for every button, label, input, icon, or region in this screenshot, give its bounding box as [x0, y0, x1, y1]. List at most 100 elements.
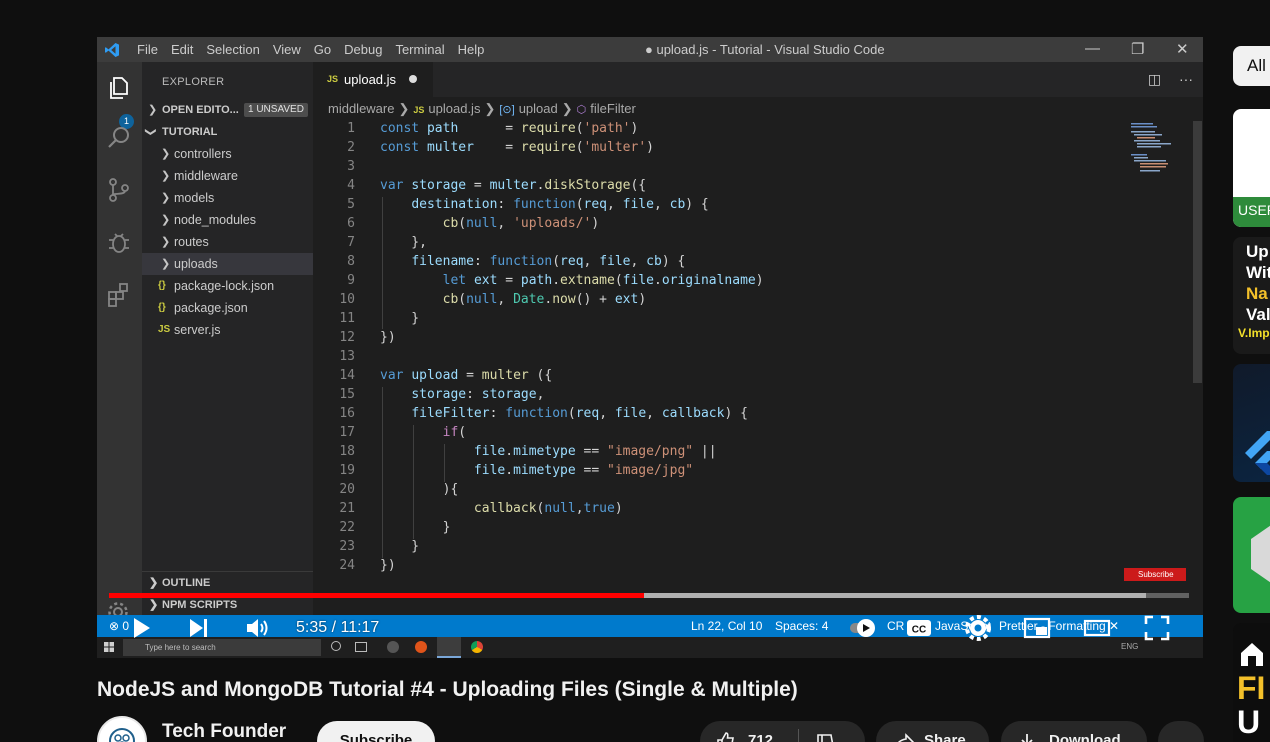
house-logo-icon: [1241, 643, 1263, 666]
split-editor-icon: ◫: [1147, 71, 1162, 87]
line-number: 24: [339, 558, 355, 573]
chevron-right-icon: ❯: [161, 236, 171, 248]
chevron-right-icon: ❯: [149, 577, 159, 589]
dislike-icon[interactable]: [816, 733, 836, 742]
play-icon[interactable]: [127, 614, 155, 642]
miniplayer-icon[interactable]: [1023, 614, 1051, 642]
code-line: ){: [380, 482, 459, 497]
channel-avatar[interactable]: [97, 716, 147, 742]
line-number: 14: [339, 368, 355, 383]
line-number: 21: [339, 501, 355, 516]
line-number: 13: [339, 349, 355, 364]
next-icon[interactable]: [185, 614, 213, 642]
folder-item[interactable]: ❯ uploads: [142, 253, 313, 275]
code-line: }: [380, 539, 420, 554]
line-number: 4: [347, 178, 355, 193]
window-title: ● upload.js - Tutorial - Visual Studio C…: [645, 42, 885, 57]
code-line: callback(null,true): [473, 501, 623, 516]
chevron-right-icon: ❯: [148, 104, 158, 116]
line-number: 11: [339, 311, 355, 326]
file-item[interactable]: {} package-lock.json: [142, 275, 313, 297]
line-number: 3: [347, 159, 355, 174]
related-thumbnail[interactable]: FI U: [1233, 623, 1270, 742]
line-number: 12: [339, 330, 355, 345]
code-line: destination: function(req, file, cb) {: [411, 197, 709, 212]
captions-icon[interactable]: CC: [905, 614, 933, 642]
node-hexagon-icon: [1251, 525, 1270, 583]
unsaved-badge: 1 UNSAVED: [244, 103, 308, 117]
editor-scrollbar: [1193, 121, 1202, 383]
line-number: 23: [339, 539, 355, 554]
progress-bar[interactable]: [109, 593, 1189, 598]
vscode-logo-icon: [105, 43, 119, 57]
menu-selection: Selection: [206, 42, 260, 57]
more-actions-button[interactable]: ...: [1158, 721, 1204, 742]
breadcrumb: middleware ❯ JS upload.js ❯ [⊙] upload ❯ ⬡ fileFi…: [328, 101, 636, 116]
editor-tabs: JS upload.js ◫ ···: [313, 62, 1203, 97]
theater-mode-icon[interactable]: [1083, 614, 1111, 642]
code-line: }): [380, 558, 396, 573]
js-file-icon: JS: [413, 105, 425, 115]
flutter-logo-icon: [1245, 431, 1270, 475]
file-item[interactable]: JS server.js: [142, 319, 313, 341]
search-icon: [108, 127, 129, 148]
video-player[interactable]: File Edit Selection View Go Debug Termin…: [97, 37, 1203, 658]
folder-item[interactable]: ❯ middleware: [142, 165, 313, 187]
like-count: 712: [748, 732, 774, 742]
menu-debug: Debug: [344, 42, 383, 57]
explorer-sidebar: EXPLORER ❯ OPEN EDITO... 1 UNSAVED ❯ TUT…: [142, 62, 313, 615]
share-button[interactable]: Share: [876, 721, 989, 742]
line-number: 6: [347, 216, 355, 231]
code-line: const path = require('path'): [380, 121, 639, 136]
restore-icon: ❐: [1131, 41, 1145, 58]
code-line: if(: [442, 425, 467, 440]
line-number: 19: [339, 463, 355, 478]
folder-item[interactable]: ❯ models: [142, 187, 313, 209]
volume-icon[interactable]: [244, 614, 272, 642]
folder-item[interactable]: ❯ controllers: [142, 143, 313, 165]
autoplay-toggle-icon[interactable]: [849, 614, 877, 642]
debug-icon: [109, 233, 129, 253]
line-number: 22: [339, 520, 355, 535]
related-thumbnail[interactable]: [1233, 364, 1270, 482]
like-icon[interactable]: [716, 731, 736, 742]
subscribe-button[interactable]: Subscribe: [317, 721, 435, 742]
menu-terminal: Terminal: [395, 42, 445, 57]
menu-help: Help: [457, 42, 485, 57]
menu-view: View: [272, 42, 301, 57]
line-number: 20: [339, 482, 355, 497]
download-button[interactable]: Download: [1001, 721, 1147, 742]
code-line: cb(null, Date.now() + ext): [442, 292, 647, 307]
explorer-icon: [110, 77, 128, 99]
related-thumbnail[interactable]: [1233, 497, 1270, 613]
code-line: const multer = require('multer'): [380, 140, 654, 155]
folder-item[interactable]: ❯ routes: [142, 231, 313, 253]
chevron-right-icon: ❯: [161, 170, 171, 182]
chevron-right-icon: ❯: [161, 192, 171, 204]
fullscreen-icon[interactable]: [1143, 614, 1171, 642]
folder-item[interactable]: ❯ node_modules: [142, 209, 313, 231]
channel-name[interactable]: Tech Founder: [162, 721, 286, 742]
line-number: 9: [347, 273, 355, 288]
menu-go: Go: [313, 42, 332, 57]
more-icon: ...: [1174, 732, 1187, 742]
settings-gear-icon[interactable]: [964, 614, 992, 642]
code-line: }): [380, 330, 396, 345]
chevron-down-icon: ❯: [144, 127, 157, 137]
played-bar: [109, 593, 644, 598]
unsaved-dot-icon: [409, 75, 417, 83]
file-item[interactable]: {} package.json: [142, 297, 313, 319]
line-number: 1: [347, 121, 355, 136]
outline-section: ❯ OUTLINE: [142, 571, 313, 593]
json-file-icon: {}: [158, 302, 166, 313]
chip-all[interactable]: All: [1233, 46, 1270, 86]
extensions-icon: [108, 283, 128, 307]
chevron-right-icon: ❯: [161, 148, 171, 160]
activity-bar: 1: [97, 62, 142, 622]
code-line: filename: function(req, file, cb) {: [411, 254, 686, 269]
related-thumbnail[interactable]: Up Wit Na Val V.Imp: [1233, 237, 1270, 354]
code-line: fileFilter: function(req, file, callback…: [411, 406, 748, 421]
explorer-title: EXPLORER: [162, 76, 225, 88]
line-number: 7: [347, 235, 355, 250]
related-thumbnail[interactable]: USER: [1233, 109, 1270, 227]
